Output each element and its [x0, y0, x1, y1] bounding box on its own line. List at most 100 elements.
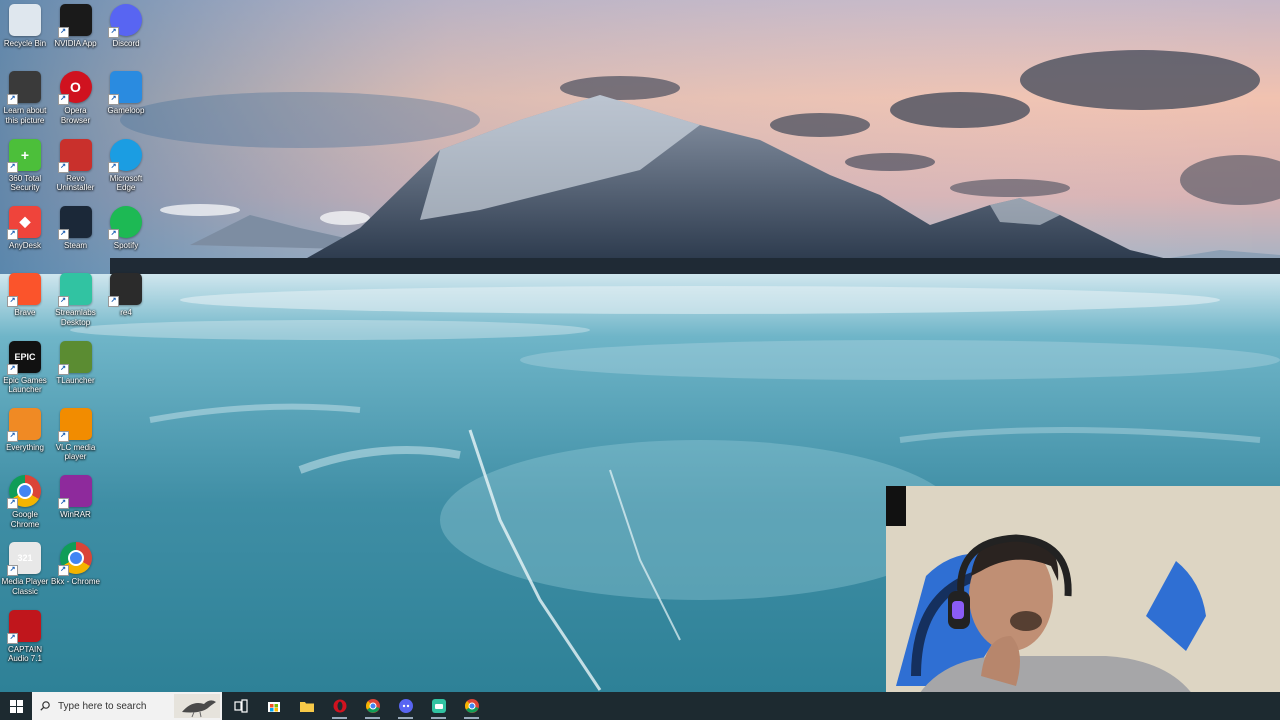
shortcut-arrow-icon: ↗ — [57, 161, 69, 173]
desktop-icon-streamlabs-desktop[interactable]: ↗ Streamlabs Desktop — [51, 273, 101, 327]
streamlabs-icon: ↗ — [57, 273, 92, 308]
desktop-icon-label: AnyDesk — [8, 240, 41, 250]
desktop-icon-captain-audio-7-1[interactable]: ↗ CAPTAIN Audio 7.1 — [0, 609, 50, 664]
game-thumbnail-icon: ↗ — [108, 273, 142, 308]
taskbar-chrome-profile-button[interactable] — [455, 692, 488, 720]
desktop-icon-gameloop[interactable]: ↗ Gameloop — [101, 71, 151, 116]
winrar-icon: ↗ — [57, 475, 92, 510]
desktop-icon-microsoft-edge[interactable]: ↗ Microsoft Edge — [101, 138, 151, 193]
desktop-icon-discord[interactable]: ↗ Discord — [101, 4, 151, 49]
taskbar-chrome-button[interactable] — [356, 692, 389, 720]
discord-icon — [398, 699, 413, 713]
desktop-icon-revo-uninstaller[interactable]: ↗ Revo Uninstaller — [51, 138, 101, 193]
search-input[interactable] — [56, 699, 178, 713]
shortcut-arrow-icon: ↗ — [7, 565, 18, 577]
desktop-icon-media-player-classic[interactable]: 321 ↗ Media Player Classic — [0, 542, 50, 596]
shortcut-arrow-icon: ↗ — [7, 498, 18, 510]
desktop-icon-re4[interactable]: ↗ re4 — [101, 273, 151, 318]
taskbar-streamlabs-button[interactable] — [422, 692, 455, 720]
desktop-icon-label: Spotify — [113, 240, 139, 250]
shortcut-arrow-icon: ↗ — [108, 27, 119, 38]
taskbar-search-box[interactable] — [32, 692, 222, 720]
desktop-icon-label: Opera Browser — [60, 106, 91, 125]
shield-plus-icon: + ↗ — [7, 138, 41, 173]
shortcut-arrow-icon: ↗ — [7, 363, 18, 375]
shortcut-arrow-icon: ↗ — [7, 94, 18, 106]
discord-icon: ↗ — [108, 4, 142, 38]
desktop-icon-label: TLauncher — [56, 375, 95, 385]
taskbar-opera-button[interactable] — [323, 692, 356, 720]
desktop-icon-anydesk[interactable]: ◆ ↗ AnyDesk — [0, 205, 50, 251]
desktop-icon-google-chrome[interactable]: ↗ Google Chrome — [0, 475, 50, 529]
desktop-icon-label: Google Chrome — [10, 510, 40, 529]
desktop-icon-label: Bkx - Chrome — [51, 577, 100, 587]
taskbar-discord-button[interactable] — [389, 692, 422, 720]
desktop-icon-spotify[interactable]: ↗ Spotify — [101, 205, 151, 251]
streamlabs-icon — [431, 699, 446, 713]
desktop-icon-label: Revo Uninstaller — [56, 173, 95, 193]
desktop-icon-learn-about-this-picture[interactable]: ↗ Learn about this picture — [0, 71, 50, 125]
desktop-icon-tlauncher[interactable]: ↗ TLauncher — [51, 340, 101, 386]
shortcut-arrow-icon: ↗ — [7, 228, 18, 240]
running-indicator — [431, 717, 446, 719]
chrome-icon — [464, 699, 479, 713]
shortcut-arrow-icon: ↗ — [57, 565, 69, 577]
shortcut-arrow-icon: ↗ — [7, 430, 18, 442]
shortcut-arrow-icon: ↗ — [108, 228, 119, 240]
desktop-icon-label: CAPTAIN Audio 7.1 — [7, 644, 43, 664]
desktop-icon-label: Learn about this picture — [3, 106, 47, 125]
opera-icon: O ↗ — [57, 71, 92, 106]
shortcut-arrow-icon: ↗ — [57, 363, 69, 375]
desktop-icon-nvidia-app[interactable]: ↗ NVIDIA App — [51, 4, 101, 49]
opera-icon — [333, 699, 346, 713]
desktop-icon-bkx-chrome[interactable]: ↗ Bkx - Chrome — [51, 542, 101, 587]
start-button[interactable] — [0, 692, 32, 720]
desktop-icon-label: Everything — [6, 442, 44, 452]
taskbar-file-explorer-button[interactable] — [290, 692, 323, 720]
shortcut-arrow-icon: ↗ — [57, 27, 69, 38]
desktop-icon-label: Microsoft Edge — [109, 173, 143, 193]
search-highlight-bird-icon — [174, 694, 220, 718]
desktop-icon-epic-games-launcher[interactable]: EPIC ↗ Epic Games Launcher — [0, 340, 50, 395]
desktop-icon-opera-browser[interactable]: O ↗ Opera Browser — [51, 71, 101, 125]
desktop-icon-label: WinRAR — [60, 510, 91, 520]
mpc-icon: 321 ↗ — [7, 542, 41, 577]
desktop-icon-360-total-security[interactable]: + ↗ 360 Total Security — [0, 138, 50, 193]
minecraft-block-icon: ↗ — [57, 340, 92, 375]
shortcut-arrow-icon: ↗ — [108, 161, 119, 173]
desktop-icon-steam[interactable]: ↗ Steam — [51, 205, 101, 251]
brave-icon: ↗ — [7, 273, 41, 308]
search-icon — [40, 701, 50, 711]
running-indicator — [365, 717, 380, 719]
steam-icon: ↗ — [57, 205, 92, 240]
desktop-icon-everything[interactable]: ↗ Everything — [0, 407, 50, 453]
webcam-overlay — [886, 486, 1280, 720]
shortcut-arrow-icon: ↗ — [57, 296, 69, 308]
desktop-icon-label: re4 — [120, 308, 132, 318]
chrome-icon: ↗ — [7, 475, 41, 510]
chrome-icon: ↗ — [57, 542, 92, 577]
desktop-icon-recycle-bin[interactable]: Recycle Bin — [0, 4, 50, 49]
shortcut-arrow-icon: ↗ — [108, 296, 119, 308]
shortcut-arrow-icon: ↗ — [108, 94, 119, 106]
vlc-cone-icon: ↗ — [57, 407, 92, 442]
taskbar-pinned-apps — [224, 692, 488, 720]
nvidia-icon: ↗ — [57, 4, 92, 38]
spotify-icon: ↗ — [108, 205, 142, 240]
desktop-icon-vlc-media-player[interactable]: ↗ VLC media player — [51, 407, 101, 462]
revo-icon: ↗ — [57, 138, 92, 173]
desktop-icon-brave[interactable]: ↗ Brave — [0, 273, 50, 318]
desktop-icon-label: Brave — [14, 308, 36, 318]
store-icon — [267, 702, 280, 712]
shortcut-arrow-icon: ↗ — [7, 632, 18, 644]
taskbar-task-view-button[interactable] — [224, 692, 257, 720]
magnifier-icon: ↗ — [7, 407, 41, 442]
running-indicator — [398, 717, 413, 719]
recycle-bin-icon — [9, 4, 41, 36]
captain-audio-icon: ↗ — [7, 609, 41, 644]
taskbar — [0, 692, 1280, 720]
desktop-icon-winrar[interactable]: ↗ WinRAR — [51, 475, 101, 520]
taskbar-microsoft-store-button[interactable] — [257, 692, 290, 720]
folder-icon — [299, 702, 314, 712]
shortcut-arrow-icon: ↗ — [57, 430, 69, 442]
